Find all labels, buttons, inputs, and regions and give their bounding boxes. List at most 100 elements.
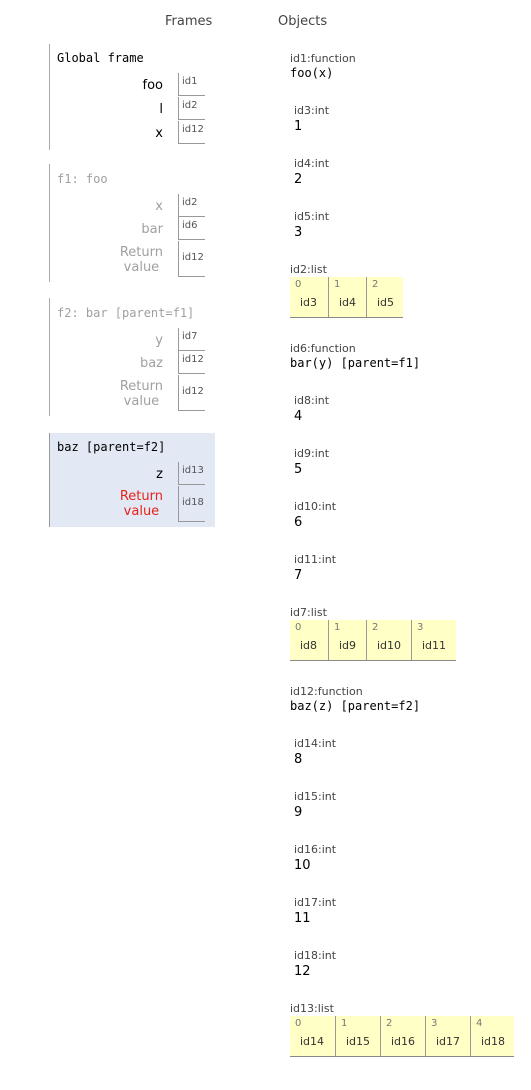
object-label: id6:function: [290, 342, 356, 355]
object-id9-label: id9:int: [294, 447, 330, 460]
object-id10-value: 6: [294, 515, 303, 530]
var-name-z: z: [156, 467, 163, 482]
list-cell: 1 id15: [335, 1016, 380, 1056]
return-value-ref: id12: [178, 375, 205, 411]
object-label: id13:list: [290, 1002, 334, 1015]
list-cell: 1 id4: [328, 277, 366, 317]
var-ref-x: id12: [178, 121, 205, 144]
return-value-label: Return value: [119, 379, 163, 409]
list-id7: 0 id8 1 id9 2 id10 3 id11: [290, 620, 456, 661]
list-id13: 0 id14 1 id15 2 id16 3 id17 4 id18: [290, 1016, 514, 1057]
object-id1: id1:function foo(x): [290, 52, 356, 80]
object-id11-value: 7: [294, 568, 303, 583]
list-ref: id17: [436, 1035, 461, 1048]
object-id16-label: id16:int: [294, 843, 337, 856]
object-id6: id6:function bar(y) [parent=f1]: [290, 342, 420, 370]
list-index: 0: [295, 622, 302, 633]
object-id2-label-wrap: id2:list: [290, 263, 327, 276]
return-value-ref: id18: [178, 486, 205, 522]
object-id5-value: 3: [294, 225, 303, 240]
frame-f2: f2: bar [parent=f1] y id7 baz id12 Retur…: [49, 298, 210, 416]
object-label: id12:function: [290, 685, 363, 698]
list-index: 1: [334, 622, 341, 633]
object-id9-value: 5: [294, 462, 303, 477]
frame-f1: f1: foo x id2 bar id6 Return value id12: [49, 164, 210, 282]
object-id10-label: id10:int: [294, 500, 337, 513]
function-signature: baz(z) [parent=f2]: [290, 699, 421, 713]
object-id15-value: 9: [294, 805, 303, 820]
object-id13-label-wrap: id13:list: [290, 1002, 334, 1015]
list-index: 4: [476, 1018, 483, 1029]
object-id17-label: id17:int: [294, 896, 337, 909]
list-ref: id11: [422, 639, 447, 652]
return-value-label: Return value: [119, 245, 163, 275]
list-ref: id15: [346, 1035, 371, 1048]
objects-header: Objects: [278, 14, 328, 29]
return-value-label: Return value: [119, 489, 163, 519]
frame-title: Global frame: [57, 51, 144, 65]
return-value-ref: id12: [178, 241, 205, 277]
list-index: 3: [431, 1018, 438, 1029]
object-id3-label: id3:int: [294, 104, 330, 117]
list-ref: id4: [339, 296, 357, 309]
object-id18-value: 12: [294, 964, 311, 979]
object-id16-value: 10: [294, 858, 311, 873]
function-signature: foo(x): [290, 66, 334, 80]
list-cell: 0 id3: [290, 277, 328, 317]
object-id15-label: id15:int: [294, 790, 337, 803]
list-cell: 0 id14: [290, 1016, 335, 1056]
list-ref: id10: [377, 639, 402, 652]
list-index: 1: [334, 279, 341, 290]
var-ref-y: id7: [178, 328, 205, 351]
list-index: 1: [341, 1018, 348, 1029]
var-ref-z: id13: [178, 462, 205, 485]
var-ref-x: id2: [178, 194, 205, 217]
var-name-l: l: [159, 102, 163, 117]
function-signature: bar(y) [parent=f1]: [290, 356, 421, 370]
list-cell: 2 id16: [380, 1016, 425, 1056]
frames-header: Frames: [165, 14, 213, 29]
object-label: id1:function: [290, 52, 356, 65]
list-index: 0: [295, 1018, 302, 1029]
var-name-baz: baz: [139, 356, 163, 371]
frame-title: f2: bar [parent=f1]: [57, 306, 195, 320]
list-cell: 3 id17: [425, 1016, 470, 1056]
list-ref: id18: [481, 1035, 506, 1048]
object-id11-label: id11:int: [294, 553, 337, 566]
frame-title: baz [parent=f2]: [57, 440, 166, 454]
object-id5-label: id5:int: [294, 210, 330, 223]
object-id8-label: id8:int: [294, 394, 330, 407]
frame-baz-active: baz [parent=f2] z id13 Return value id18: [49, 433, 215, 527]
list-cell: 2 id5: [366, 277, 403, 317]
object-id14-value: 8: [294, 752, 303, 767]
list-cell: 1 id9: [328, 620, 366, 660]
object-id14-label: id14:int: [294, 737, 337, 750]
list-index: 2: [372, 279, 379, 290]
object-label: id7:list: [290, 606, 327, 619]
var-ref-baz: id12: [178, 351, 205, 374]
list-cell: 3 id11: [411, 620, 456, 660]
object-id4-label: id4:int: [294, 157, 330, 170]
object-id7-label-wrap: id7:list: [290, 606, 327, 619]
object-id8-value: 4: [294, 409, 303, 424]
frame-title: f1: foo: [57, 172, 108, 186]
var-ref-bar: id6: [178, 217, 205, 240]
list-ref: id14: [300, 1035, 325, 1048]
list-index: 2: [372, 622, 379, 633]
list-index: 0: [295, 279, 302, 290]
list-ref: id16: [391, 1035, 416, 1048]
object-id18-label: id18:int: [294, 949, 337, 962]
var-ref-l: id2: [178, 97, 205, 120]
object-id4-value: 2: [294, 172, 303, 187]
list-cell: 4 id18: [470, 1016, 514, 1056]
list-ref: id5: [377, 296, 395, 309]
list-cell: 2 id10: [366, 620, 411, 660]
list-ref: id9: [339, 639, 357, 652]
list-id2: 0 id3 1 id4 2 id5: [290, 277, 403, 318]
list-cell: 0 id8: [290, 620, 328, 660]
global-frame: Global frame foo id1 l id2 x id12: [49, 44, 210, 150]
object-id12: id12:function baz(z) [parent=f2]: [290, 685, 420, 713]
object-id17-value: 11: [294, 911, 311, 926]
var-name-bar: bar: [141, 222, 163, 237]
object-label: id2:list: [290, 263, 327, 276]
